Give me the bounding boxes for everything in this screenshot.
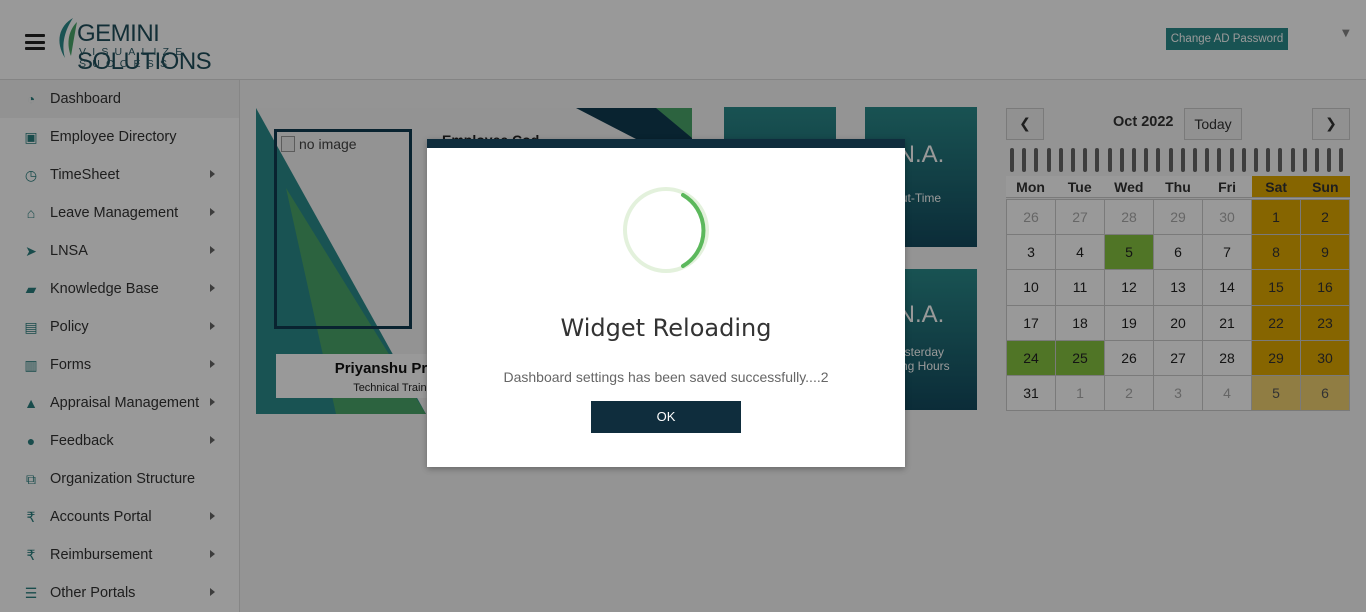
widget-reloading-dialog: Widget Reloading Dashboard settings has … <box>427 139 905 467</box>
ok-button[interactable]: OK <box>591 401 741 433</box>
dialog-title: Widget Reloading <box>560 314 772 342</box>
loading-spinner-icon <box>623 187 709 273</box>
dialog-message: Dashboard settings has been saved succes… <box>503 369 829 385</box>
